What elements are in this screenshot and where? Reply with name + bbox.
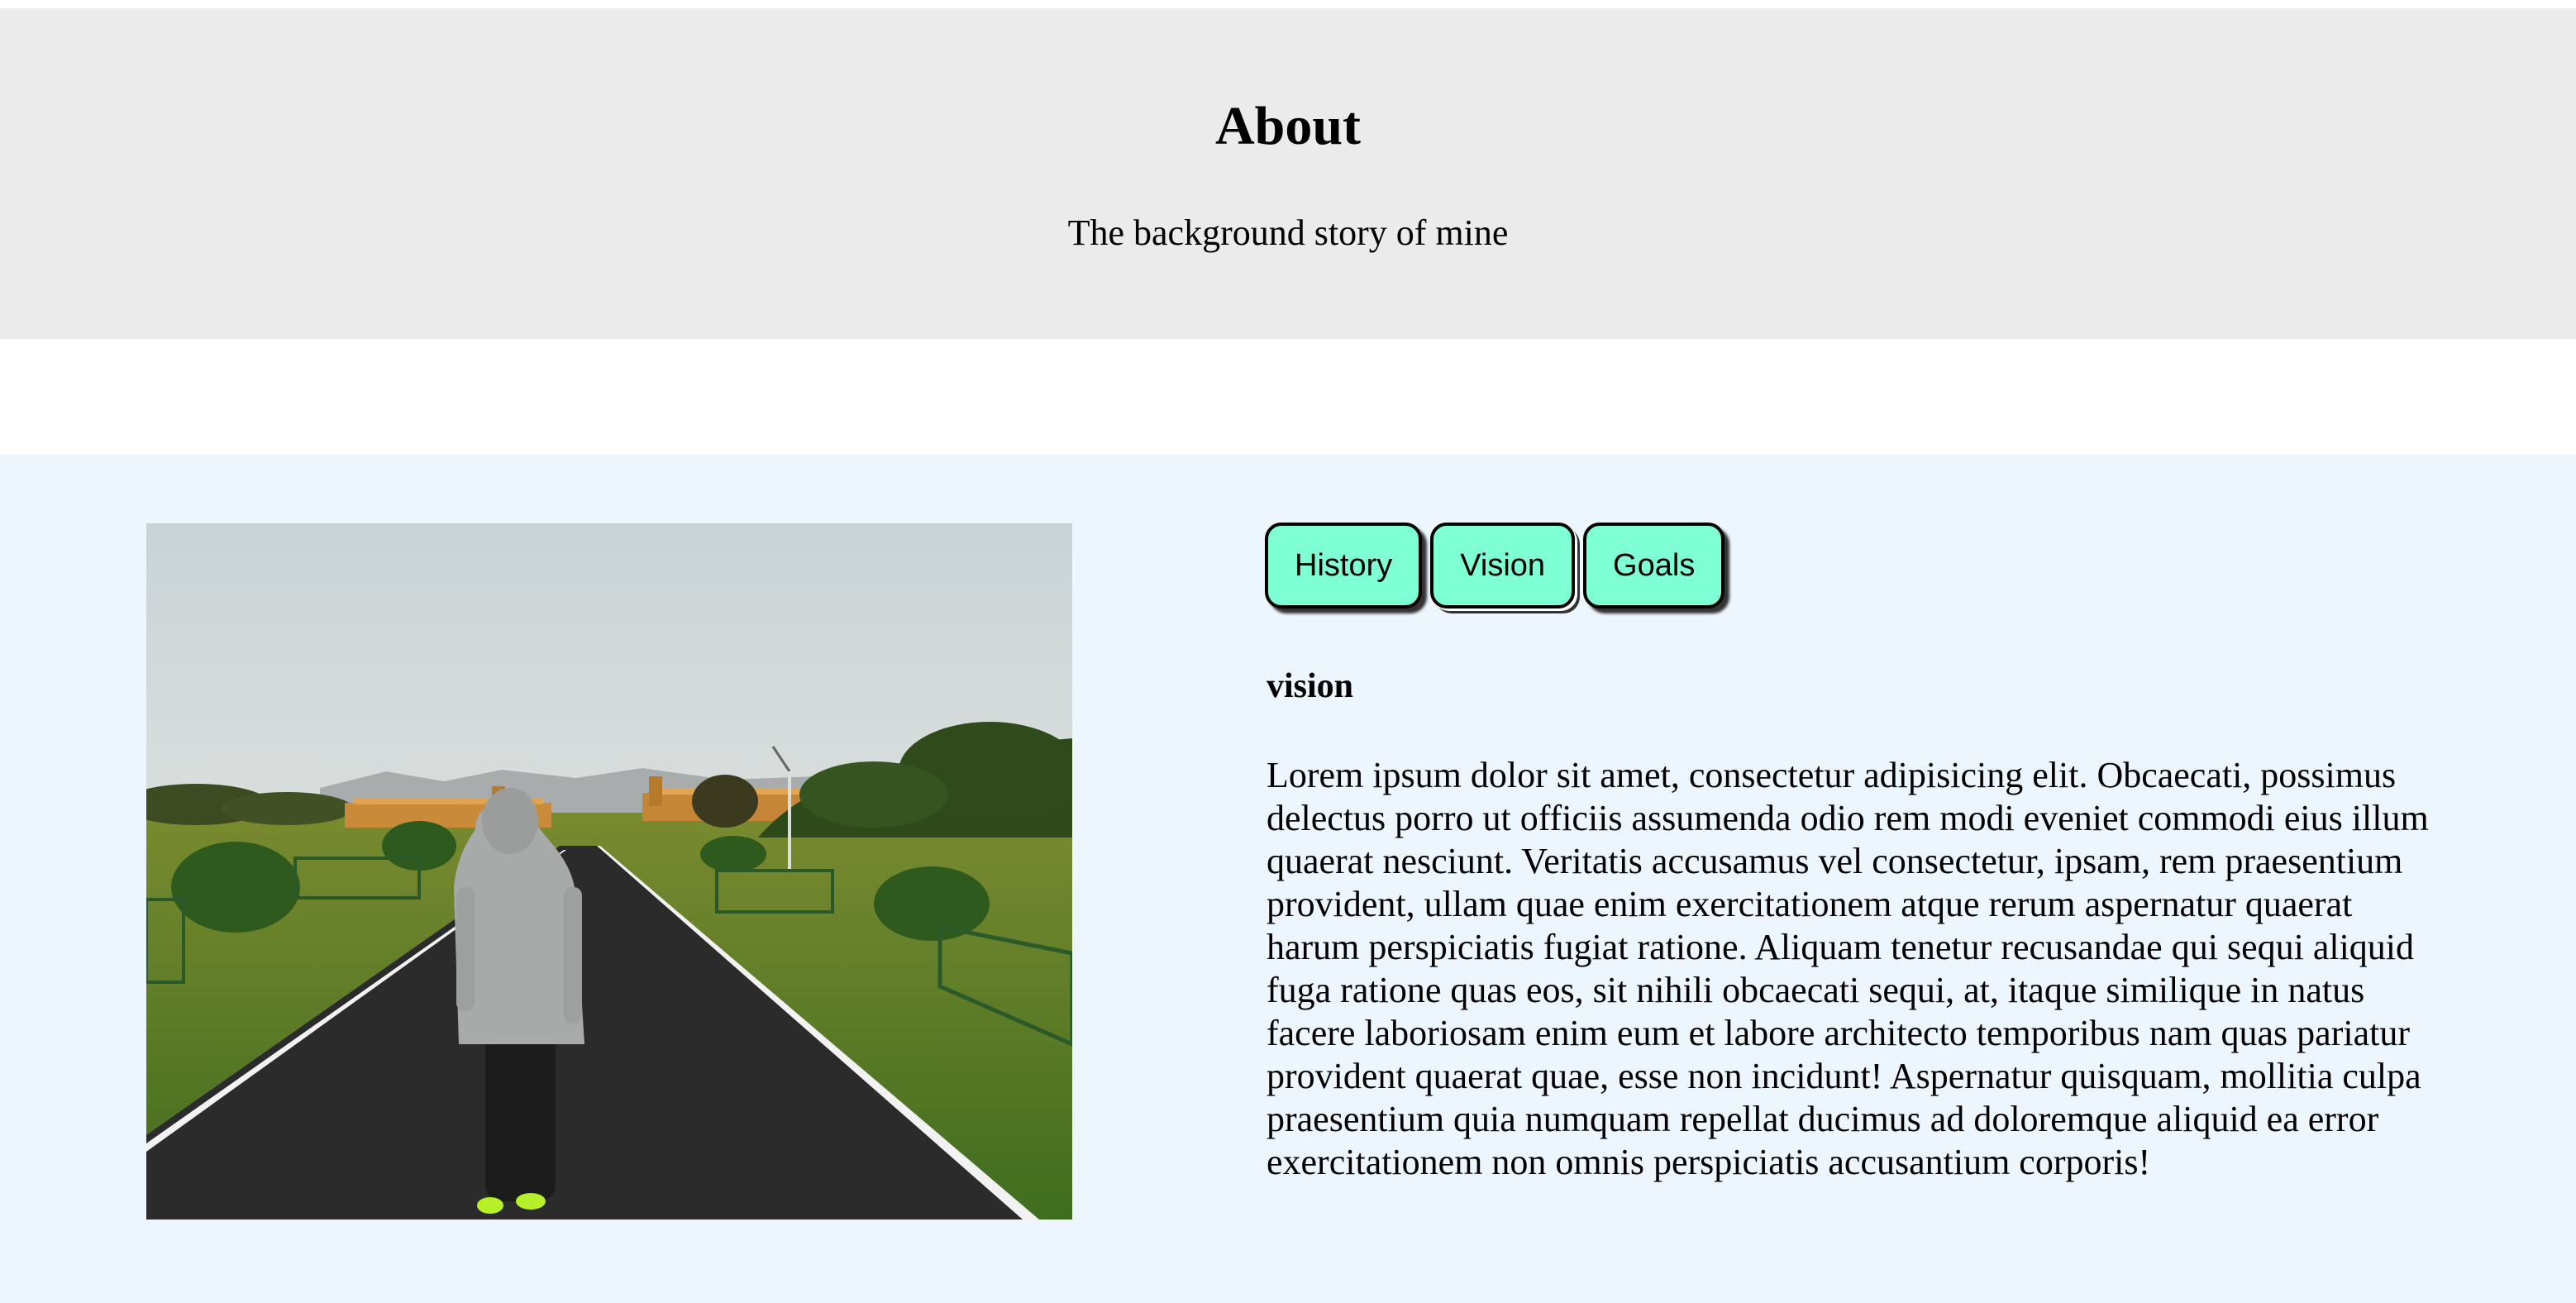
tab-content-body: Lorem ipsum dolor sit amet, consectetur … <box>1267 755 2429 1182</box>
page-title: About <box>1214 96 1362 156</box>
page-subtitle: The background story of mine <box>1067 212 1509 253</box>
about-tabs: History Vision Goals <box>1265 523 1725 609</box>
about-hero: About The background story of mine <box>0 8 2576 339</box>
tab-vision[interactable]: Vision <box>1430 523 1576 609</box>
about-photo <box>146 523 1072 1219</box>
about-section: History Vision Goals vision Lorem ipsum … <box>0 455 2576 1303</box>
tab-goals[interactable]: Goals <box>1583 523 1725 609</box>
tab-content-heading: vision <box>1267 667 1354 705</box>
tab-history[interactable]: History <box>1265 523 1423 609</box>
